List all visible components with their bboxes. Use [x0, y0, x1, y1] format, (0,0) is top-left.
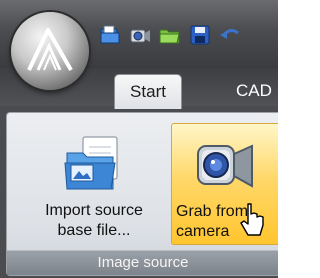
- application-menu-button[interactable]: [11, 12, 89, 90]
- image-source-group: Import source base file... Grab from cam…: [6, 112, 278, 276]
- folder-icon[interactable]: [158, 23, 182, 47]
- app-window: Start CAD Import source base file... Gra…: [0, 0, 278, 278]
- import-file-icon: [61, 135, 125, 200]
- quick-access-toolbar: [98, 22, 242, 48]
- group-label: Image source: [7, 250, 278, 275]
- mouse-cursor-icon: [240, 203, 264, 236]
- import-label-line1: Import source: [45, 202, 143, 219]
- import-button-label: Import source base file...: [21, 201, 167, 241]
- ribbon-body: Import source base file... Grab from cam…: [0, 106, 278, 278]
- tab-cad[interactable]: CAD: [186, 74, 278, 108]
- camera-icon[interactable]: [128, 23, 152, 47]
- open-folder-icon[interactable]: [98, 23, 122, 47]
- tab-start[interactable]: Start: [114, 74, 182, 109]
- save-icon[interactable]: [188, 23, 212, 47]
- undo-icon[interactable]: [218, 23, 242, 47]
- camera-icon: [192, 136, 256, 199]
- app-logo-icon: [27, 28, 73, 71]
- import-source-base-file-button[interactable]: Import source base file...: [21, 123, 167, 245]
- import-label-line2: base file...: [57, 222, 131, 239]
